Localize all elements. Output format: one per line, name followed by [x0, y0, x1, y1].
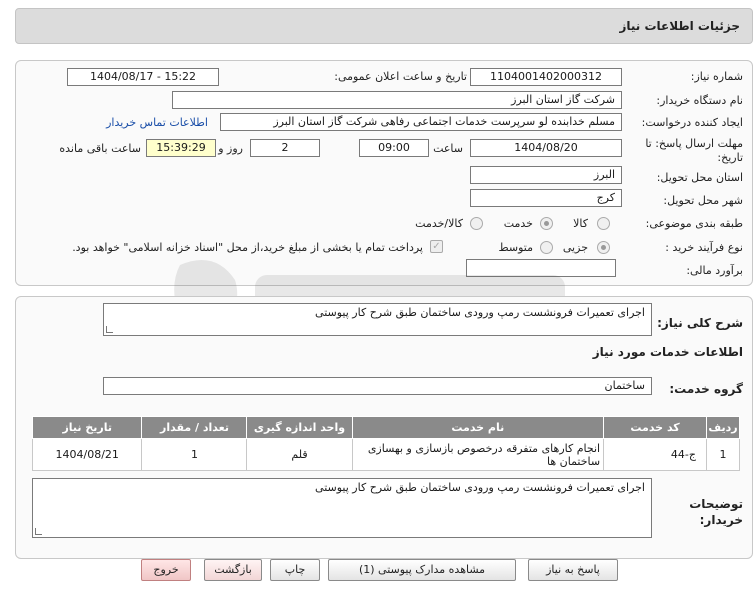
buyer-notes-text: اجرای تعمیرات فرونشست رمپ ورودی ساختمان … [315, 481, 645, 494]
city-field[interactable]: کرج [470, 189, 622, 207]
resize-handle-icon[interactable] [35, 528, 42, 535]
view-attachments-button[interactable]: مشاهده مدارک پیوستی (1) [328, 559, 516, 581]
category-radio-service[interactable] [540, 217, 553, 230]
services-table: ردیف کد خدمت نام خدمت واحد اندازه گیری ت… [31, 416, 741, 471]
cell-service-name: انجام کارهای متفرقه درخصوص بازسازی و بهس… [351, 438, 605, 471]
remaining-time-field: 15:39:29 [146, 139, 216, 157]
budget-label: برآورد مالی: [686, 264, 743, 277]
remaining-days-field[interactable]: 2 [250, 139, 320, 157]
buyer-org-field[interactable]: شرکت گاز استان البرز [172, 91, 622, 109]
reply-button[interactable]: پاسخ به نیاز [528, 559, 618, 581]
deadline-label: مهلت ارسال پاسخ: تا تاریخ: [645, 137, 743, 164]
days-label: روز و [218, 142, 243, 155]
process-option-minor: جزیی [562, 241, 588, 254]
cell-service-code: ج-44 [603, 438, 707, 471]
buyer-org-label: نام دستگاه خریدار: [656, 94, 743, 107]
deadline-time-label: ساعت [433, 142, 463, 155]
announce-date-field[interactable]: 1404/08/17 - 15:22 [67, 68, 219, 86]
process-radio-medium[interactable] [540, 241, 553, 254]
col-unit: واحد اندازه گیری [246, 416, 353, 439]
service-group-label: گروه خدمت: [669, 382, 743, 396]
cell-row: 1 [705, 438, 741, 471]
buyer-notes-textarea[interactable]: اجرای تعمیرات فرونشست رمپ ورودی ساختمان … [32, 478, 652, 538]
announce-date-label: تاریخ و ساعت اعلان عمومی: [334, 70, 467, 83]
creator-field[interactable]: مسلم خدابنده لو سرپرست خدمات اجتماعی رفا… [220, 113, 622, 131]
page-header: جزئیات اطلاعات نیاز [15, 8, 753, 44]
treasury-payment-note: پرداخت تمام یا بخشی از مبلغ خرید،از محل … [72, 241, 423, 254]
cell-quantity: 1 [141, 438, 248, 471]
remaining-time-label: ساعت باقی مانده [59, 142, 141, 155]
col-quantity: تعداد / مقدار [141, 416, 248, 439]
table-header-row: ردیف کد خدمت نام خدمت واحد اندازه گیری ت… [31, 416, 741, 439]
print-button[interactable]: چاپ [270, 559, 320, 581]
page-title: جزئیات اطلاعات نیاز [619, 19, 740, 33]
category-radio-goods-service[interactable] [470, 217, 483, 230]
service-group-field[interactable]: ساختمان [103, 377, 652, 395]
city-label: شهر محل تحویل: [663, 194, 743, 207]
category-option-service: خدمت [503, 217, 533, 230]
category-option-goods-service: کالا/خدمت [415, 217, 463, 230]
deadline-time-field[interactable]: 09:00 [359, 139, 429, 157]
col-service-name: نام خدمت [351, 416, 605, 439]
summary-text: اجرای تعمیرات فرونشست رمپ ورودی ساختمان … [315, 306, 645, 319]
summary-textarea[interactable]: اجرای تعمیرات فرونشست رمپ ورودی ساختمان … [103, 303, 652, 336]
cell-unit: قلم [246, 438, 353, 471]
treasury-payment-checkbox[interactable]: ✓ [430, 240, 443, 253]
buyer-notes-label: توضیحات خریدار: [689, 497, 743, 527]
need-number-label: شماره نیاز: [690, 70, 743, 83]
province-label: استان محل تحویل: [656, 171, 743, 184]
category-label: طبقه بندی موضوعی: [645, 217, 743, 230]
resize-handle-icon[interactable] [106, 326, 113, 333]
budget-field[interactable] [466, 259, 616, 277]
deadline-date-field[interactable]: 1404/08/20 [470, 139, 622, 157]
category-radio-goods[interactable] [597, 217, 610, 230]
process-type-label: نوع فرآیند خرید : [665, 241, 743, 254]
creator-label: ایجاد کننده درخواست: [641, 116, 743, 129]
province-field[interactable]: البرز [470, 166, 622, 184]
process-option-medium: متوسط [498, 241, 533, 254]
cell-need-date: 1404/08/21 [31, 438, 143, 471]
exit-button[interactable]: خروج [141, 559, 191, 581]
process-radio-minor[interactable] [597, 241, 610, 254]
summary-label: شرح کلی نیاز: [657, 316, 743, 330]
col-row: ردیف [705, 416, 741, 439]
buyer-contact-link[interactable]: اطلاعات تماس خریدار [106, 116, 208, 129]
services-section-title: اطلاعات خدمات مورد نیاز [592, 345, 743, 359]
need-number-field[interactable]: 1104001402000312 [470, 68, 622, 86]
col-service-code: کد خدمت [603, 416, 707, 439]
col-need-date: تاریخ نیاز [31, 416, 143, 439]
category-option-goods: کالا [573, 217, 588, 230]
back-button[interactable]: بازگشت [204, 559, 262, 581]
table-row[interactable]: 1 ج-44 انجام کارهای متفرقه درخصوص بازساز… [31, 438, 741, 471]
